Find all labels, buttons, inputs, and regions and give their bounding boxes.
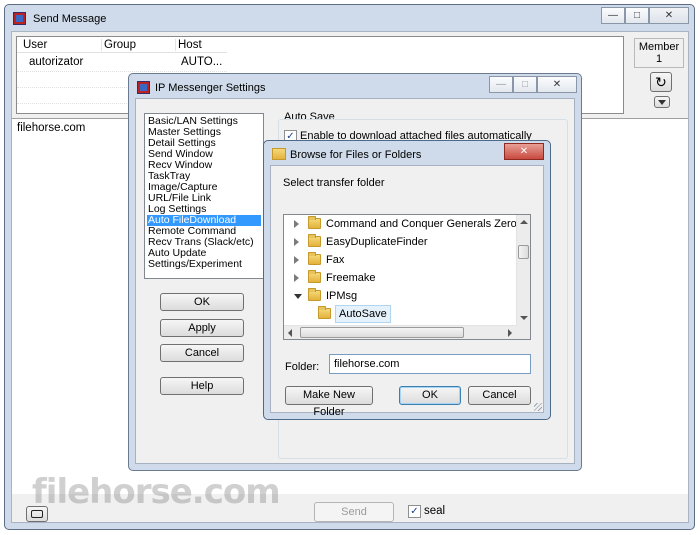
tree-vertical-scrollbar[interactable]	[516, 215, 530, 327]
folder-icon	[308, 270, 321, 283]
tree-item[interactable]: Command and Conquer Generals Zero H	[284, 215, 518, 233]
folder-input-value: filehorse.com	[334, 358, 400, 370]
grid-line	[17, 71, 227, 72]
scroll-right-arrow-icon[interactable]	[508, 329, 512, 337]
category-list[interactable]: Basic/LAN Settings Master Settings Detail …	[144, 113, 264, 279]
expand-arrow-icon[interactable]	[294, 274, 299, 282]
make-new-folder-button[interactable]: Make New Folder	[285, 386, 373, 418]
ipmsg-app-icon	[137, 81, 150, 94]
settings-minimize-button[interactable]: —	[489, 76, 513, 93]
main-window-title: Send Message	[33, 13, 107, 25]
settings-ok-button[interactable]: OK	[160, 293, 244, 311]
refresh-button[interactable]: ↻	[650, 72, 672, 92]
folder-tree[interactable]: Command and Conquer Generals Zero H EasyD…	[283, 214, 531, 340]
row-host: AUTO...	[181, 56, 223, 68]
settings-close-button[interactable]: ✕	[537, 76, 577, 93]
folder-icon	[308, 216, 321, 229]
collapse-arrow-icon[interactable]	[294, 294, 302, 299]
tree-item-label: IPMsg	[326, 290, 358, 302]
scroll-thumb-horizontal[interactable]	[300, 327, 464, 338]
message-text: filehorse.com	[17, 122, 86, 134]
tree-item-label: AutoSave	[335, 305, 391, 323]
send-button[interactable]: Send	[314, 502, 394, 522]
list-item[interactable]: Settings/Experiment	[147, 259, 261, 270]
capture-button[interactable]	[26, 506, 48, 522]
seal-label: seal	[424, 505, 446, 517]
column-header-host[interactable]: Host	[175, 39, 202, 51]
expand-arrow-icon[interactable]	[294, 220, 299, 228]
folder-icon	[308, 234, 321, 247]
folder-label: Folder:	[285, 361, 320, 373]
table-row[interactable]: autorizator AUTO...	[17, 54, 227, 70]
settings-apply-button[interactable]: Apply	[160, 319, 244, 337]
settings-cancel-button[interactable]: Cancel	[160, 344, 244, 362]
column-header-user[interactable]: User	[23, 39, 47, 51]
settings-title: IP Messenger Settings	[155, 82, 266, 94]
folder-icon	[308, 288, 321, 301]
scroll-down-arrow-icon[interactable]	[520, 316, 528, 320]
member-box: Member 1	[634, 38, 684, 68]
tree-item[interactable]: IPMsg	[284, 287, 518, 305]
browse-ok-button[interactable]: OK	[399, 386, 461, 405]
camera-icon	[31, 510, 43, 518]
folder-icon	[308, 252, 321, 265]
seal-checkbox[interactable]: ✓	[408, 505, 421, 518]
expand-arrow-icon[interactable]	[294, 256, 299, 264]
scrollbar-corner	[516, 325, 530, 339]
minimize-button[interactable]: —	[601, 7, 625, 24]
column-header-group[interactable]: Group	[101, 39, 136, 51]
tree-item-label: Command and Conquer Generals Zero H	[326, 218, 518, 230]
options-dropdown-button[interactable]	[654, 96, 670, 108]
folder-icon	[318, 306, 331, 319]
close-button[interactable]: ✕	[649, 7, 689, 24]
tree-item[interactable]: EasyDuplicateFinder	[284, 233, 518, 251]
scroll-left-arrow-icon[interactable]	[288, 329, 292, 337]
tree-item[interactable]: Fax	[284, 251, 518, 269]
browse-client-area: Select transfer folder Command and Conqu…	[270, 165, 544, 418]
folder-tree-rows: Command and Conquer Generals Zero H EasyD…	[284, 215, 518, 327]
member-count: 1	[655, 53, 663, 65]
tree-item-label: EasyDuplicateFinder	[326, 236, 428, 248]
expand-arrow-icon[interactable]	[294, 238, 299, 246]
chevron-down-icon	[658, 100, 666, 105]
tree-horizontal-scrollbar[interactable]	[284, 325, 518, 339]
refresh-icon: ↻	[655, 74, 667, 90]
browse-dialog: Browse for Files or Folders ✕ Select tra…	[263, 140, 551, 420]
browse-prompt: Select transfer folder	[283, 177, 385, 189]
tree-item[interactable]: Freemake	[284, 269, 518, 287]
scroll-thumb-vertical[interactable]	[518, 245, 529, 259]
maximize-button[interactable]: □	[625, 7, 649, 24]
user-list-header: User Group Host	[17, 37, 227, 53]
folder-icon	[272, 148, 286, 160]
tree-item[interactable]: AutoSave	[284, 305, 518, 323]
scroll-up-arrow-icon[interactable]	[520, 220, 528, 224]
browse-cancel-button[interactable]: Cancel	[468, 386, 531, 405]
tree-item-label: Fax	[326, 254, 345, 266]
row-user: autorizator	[29, 56, 84, 68]
resize-grip-icon[interactable]	[534, 403, 542, 411]
settings-help-button[interactable]: Help	[160, 377, 244, 395]
settings-maximize-button[interactable]: □	[513, 76, 537, 93]
folder-input[interactable]: filehorse.com	[329, 354, 531, 374]
main-titlebar[interactable]: Send Message — □ ✕	[5, 5, 694, 33]
filehorse-watermark: filehorse.com	[32, 472, 281, 512]
tree-item-label: Freemake	[326, 272, 376, 284]
member-label: Member	[638, 41, 680, 53]
ipmsg-app-icon	[13, 12, 26, 25]
browse-title: Browse for Files or Folders	[290, 149, 422, 161]
browse-close-button[interactable]: ✕	[504, 143, 544, 160]
